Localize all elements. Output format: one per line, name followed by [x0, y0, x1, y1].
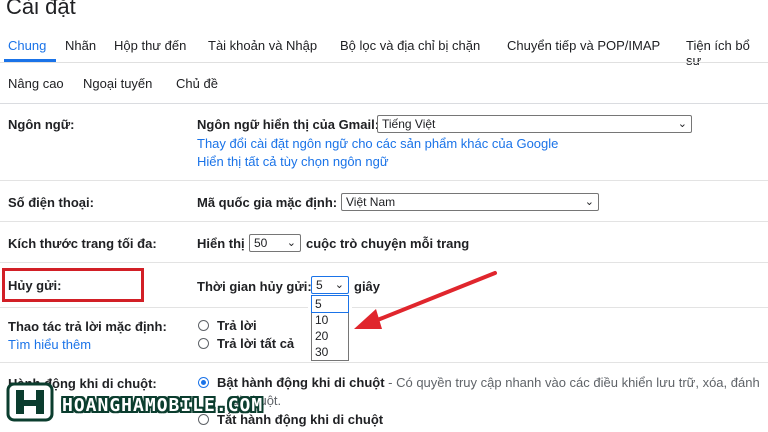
page-size-value: 50: [254, 236, 268, 250]
tab-accounts-import[interactable]: Tài khoản và Nhập: [208, 38, 317, 53]
language-section-label: Ngôn ngữ:: [8, 117, 75, 132]
chevron-down-icon: ⌄: [584, 196, 594, 208]
row-divider: [0, 221, 768, 222]
display-language-value: Tiếng Việt: [382, 117, 436, 131]
row-divider: [0, 262, 768, 263]
reply-default-section-label: Thao tác trả lời mặc định:: [8, 319, 167, 334]
watermark-text: HOANGHAMOBILE.COM: [62, 395, 264, 416]
reply-radio[interactable]: [198, 320, 209, 331]
page-title: Cài đặt: [6, 0, 76, 19]
undo-send-time-label: Thời gian hủy gửi:: [197, 279, 312, 294]
change-language-link[interactable]: Thay đổi cài đặt ngôn ngữ cho các sản ph…: [197, 136, 558, 151]
tab-themes[interactable]: Chủ đề: [176, 76, 218, 91]
annotation-arrow-icon: [354, 271, 497, 329]
page-size-select[interactable]: 50 ⌄: [249, 234, 301, 252]
undo-send-highlight: [2, 268, 144, 302]
reply-option-label: Trả lời: [217, 318, 257, 333]
tab-general[interactable]: Chung: [8, 38, 46, 53]
row-divider: [0, 307, 308, 308]
reply-all-option-label: Trả lời tất cả: [217, 336, 295, 351]
hoanghamobile-logo-icon: [6, 382, 54, 422]
page-size-suffix: cuộc trò chuyện mỗi trang: [306, 236, 470, 251]
row-divider: [0, 180, 768, 181]
reply-all-radio[interactable]: [198, 338, 209, 349]
country-code-select[interactable]: Việt Nam ⌄: [341, 193, 599, 211]
learn-more-link[interactable]: Tìm hiểu thêm: [8, 337, 91, 352]
undo-send-option[interactable]: 30: [312, 344, 348, 360]
tabs-divider-secondary: [0, 103, 768, 104]
tab-addons[interactable]: Tiện ích bổ sư: [686, 38, 768, 68]
tab-advanced[interactable]: Nâng cao: [8, 76, 64, 91]
tab-offline[interactable]: Ngoại tuyến: [83, 76, 152, 91]
tab-forwarding-pop-imap[interactable]: Chuyển tiếp và POP/IMAP: [507, 38, 660, 53]
undo-send-value: 5: [316, 278, 323, 292]
chevron-down-icon: ⌄: [677, 118, 687, 130]
chevron-down-icon: ⌄: [286, 237, 296, 249]
page-size-section-label: Kích thước trang tối đa:: [8, 236, 157, 251]
tab-filters-blocked[interactable]: Bộ lọc và địa chỉ bị chặn: [340, 38, 480, 53]
phone-section-label: Số điện thoại:: [8, 195, 94, 210]
tab-inbox[interactable]: Hộp thư đến: [114, 38, 186, 53]
hover-enable-description: - Có quyền truy cập nhanh vào các điều k…: [384, 375, 760, 390]
page-size-prefix: Hiển thị: [197, 236, 245, 251]
hover-enable-label: Bật hành động khi di chuột: [217, 375, 385, 390]
row-divider: [0, 362, 768, 363]
hover-enable-radio[interactable]: [198, 377, 209, 388]
country-code-value: Việt Nam: [346, 195, 396, 209]
tab-labels[interactable]: Nhãn: [65, 38, 96, 53]
country-code-label: Mã quốc gia mặc định:: [197, 195, 338, 210]
show-all-languages-link[interactable]: Hiển thị tất cả tùy chọn ngôn ngữ: [197, 154, 389, 169]
tabs-divider: [0, 62, 768, 63]
hover-enable-option: Bật hành động khi di chuột - Có quyền tr…: [217, 375, 760, 390]
display-language-label: Ngôn ngữ hiển thị của Gmail:: [197, 117, 380, 132]
display-language-select[interactable]: Tiếng Việt ⌄: [377, 115, 692, 133]
